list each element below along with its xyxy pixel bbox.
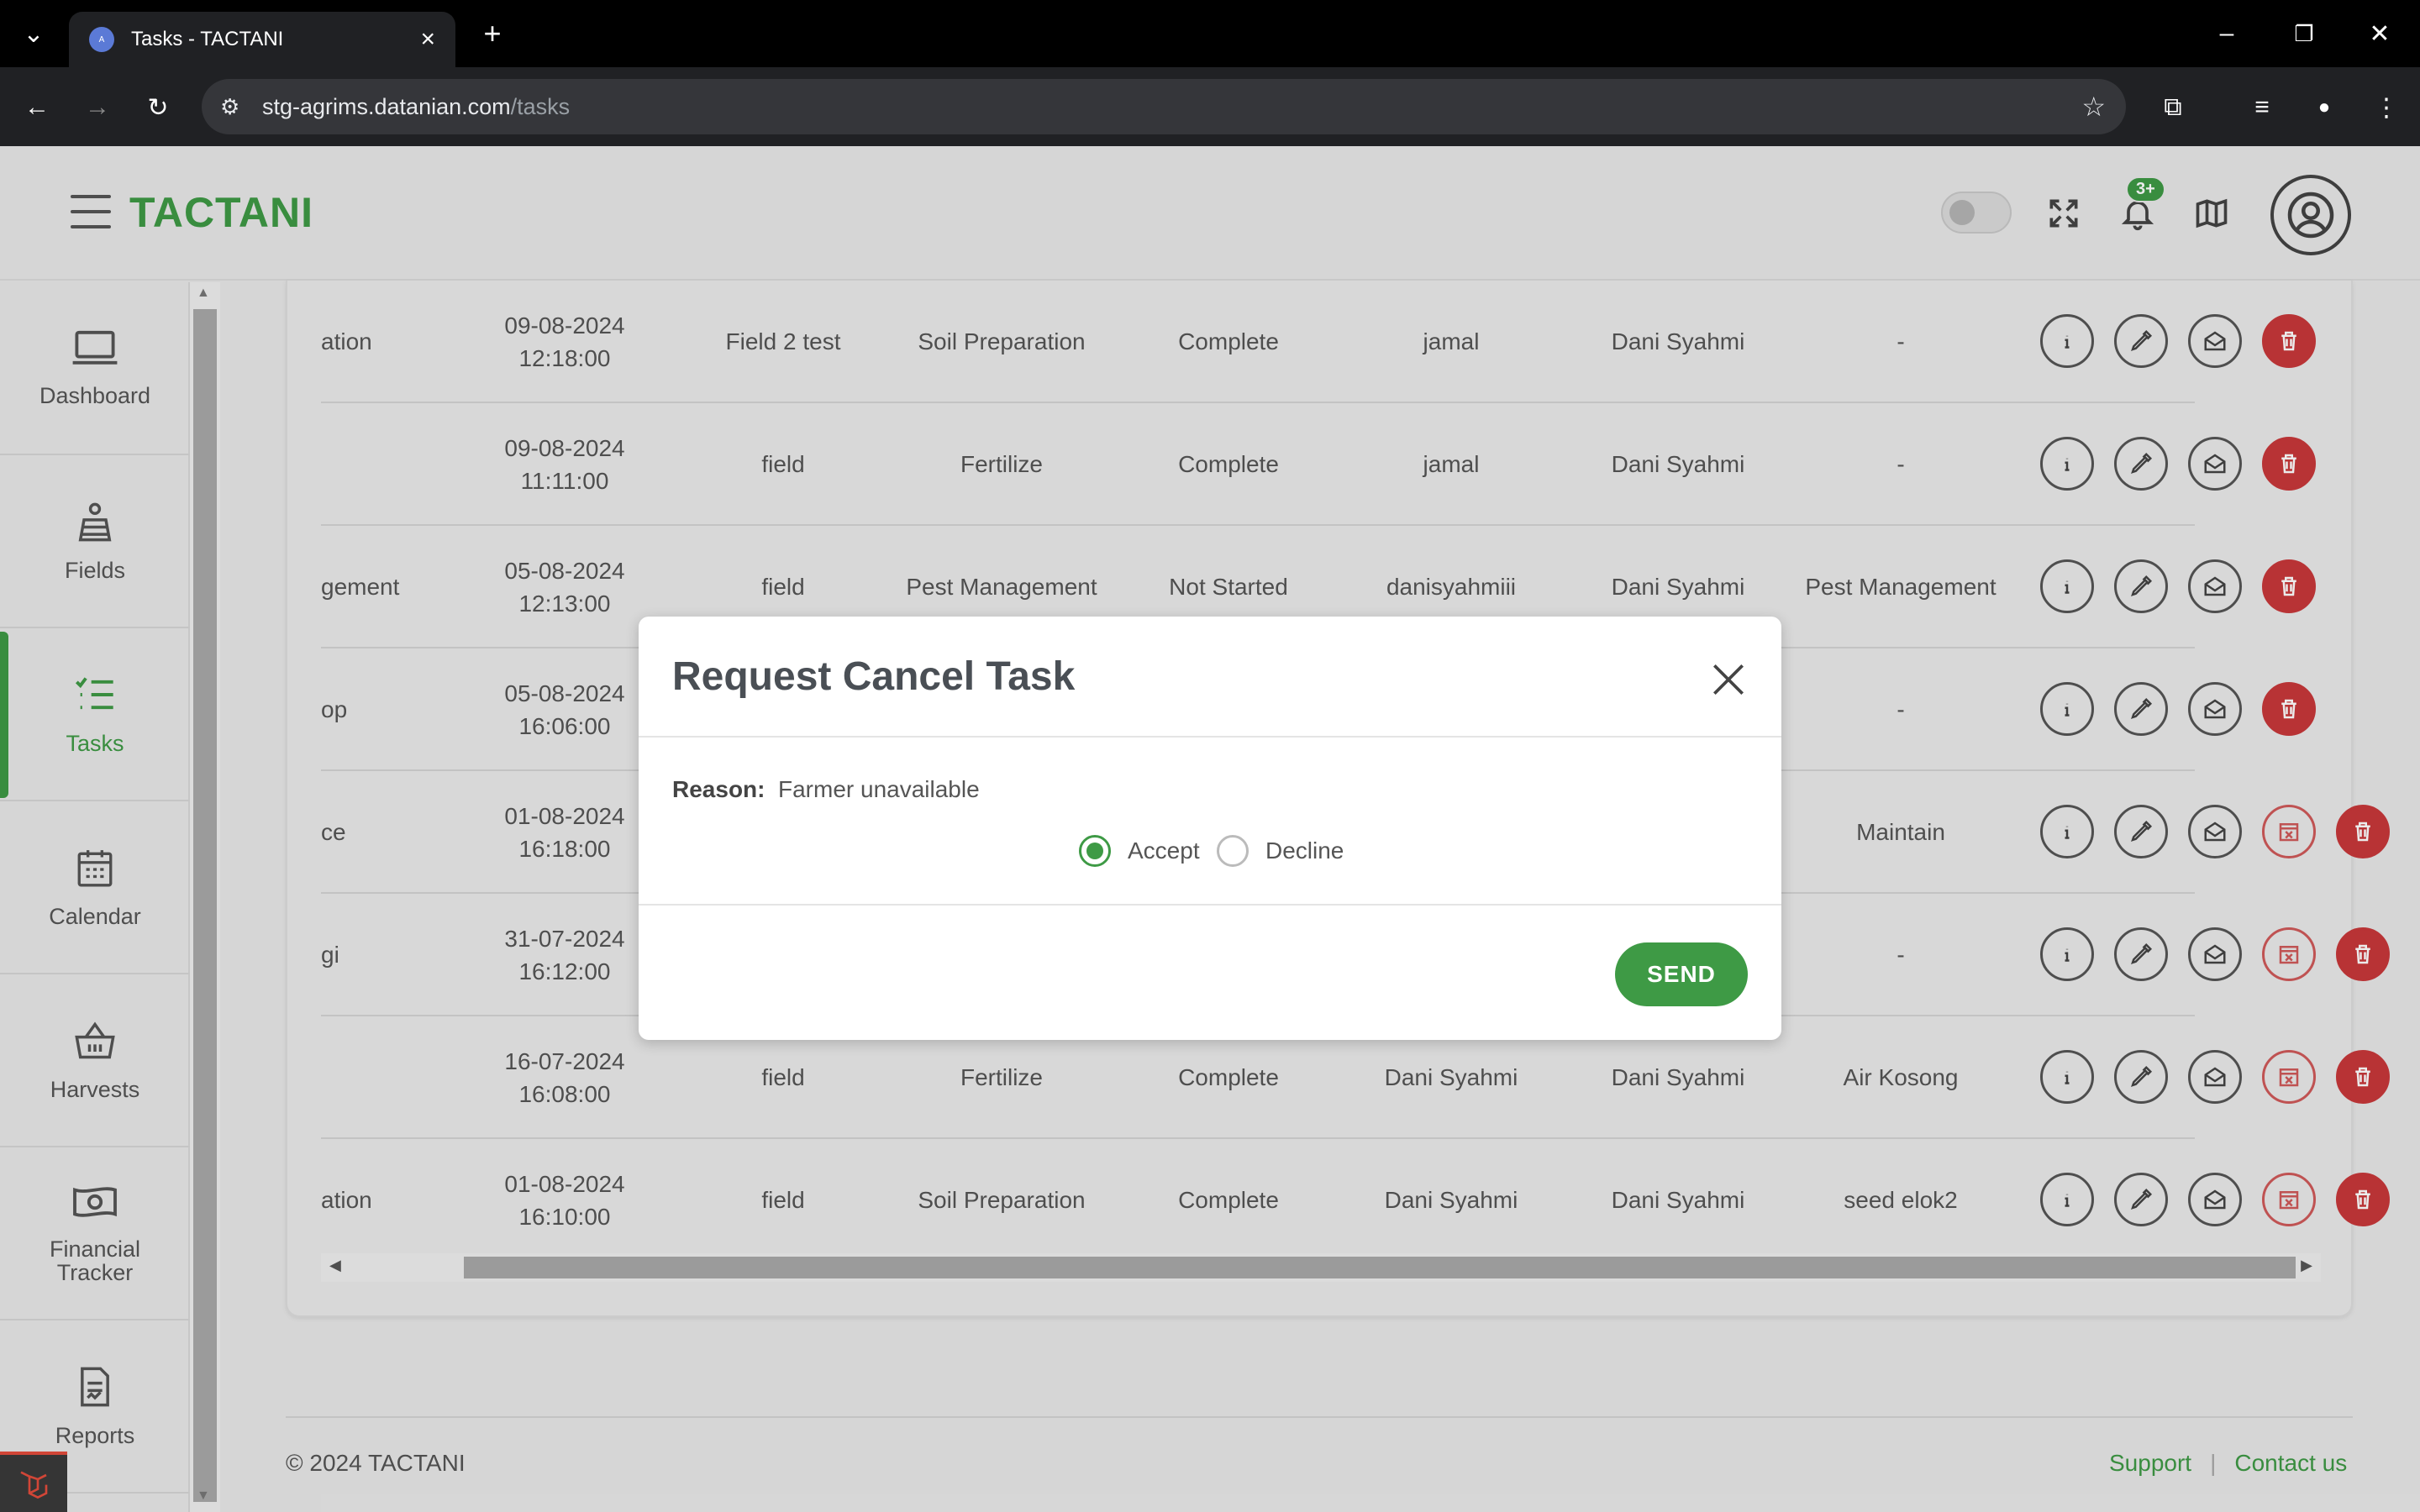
site-favicon-icon: A xyxy=(89,27,114,52)
url-host: stg-agrims.datanian.com xyxy=(262,93,511,119)
modal-body: Reason: Farmer unavailable Accept Declin… xyxy=(639,738,1781,906)
browser-toolbar: ← → ↻ ⚙ stg-agrims.datanian.com/tasks ☆ … xyxy=(0,67,2420,146)
browser-menu-icon[interactable]: ⋮ xyxy=(2368,89,2405,126)
browser-tabstrip: ⌄ A Tasks - TACTANI × + – ❐ ✕ xyxy=(0,0,2420,67)
media-controls-icon[interactable]: ≡ xyxy=(2244,89,2281,126)
accept-radio[interactable]: Accept xyxy=(1079,835,1200,867)
accept-radio-dot[interactable] xyxy=(1079,835,1111,867)
url-path: /tasks xyxy=(510,93,571,119)
bookmark-star-icon[interactable]: ☆ xyxy=(2081,91,2106,123)
tab-close-icon[interactable]: × xyxy=(420,25,435,54)
site-info-icon[interactable]: ⚙ xyxy=(220,94,239,120)
reason-value: Farmer unavailable xyxy=(778,776,980,802)
window-minimize-icon[interactable]: – xyxy=(2210,17,2244,50)
send-button[interactable]: SEND xyxy=(1615,942,1748,1006)
reason-label: Reason: xyxy=(672,776,765,802)
back-icon[interactable]: ← xyxy=(18,89,55,126)
modal-title: Request Cancel Task xyxy=(672,654,1076,699)
new-tab-icon[interactable]: + xyxy=(476,16,509,50)
address-bar[interactable]: ⚙ stg-agrims.datanian.com/tasks ☆ xyxy=(202,79,2126,134)
forward-icon[interactable]: → xyxy=(79,89,116,126)
reload-icon[interactable]: ↻ xyxy=(139,89,176,126)
request-cancel-modal: Request Cancel Task Reason: Farmer unava… xyxy=(639,617,1781,1040)
accept-radio-label: Accept xyxy=(1128,837,1200,864)
window-close-icon[interactable]: ✕ xyxy=(2363,17,2396,50)
browser-tab[interactable]: A Tasks - TACTANI × xyxy=(69,12,455,67)
tab-search-icon[interactable]: ⌄ xyxy=(18,18,49,49)
window-restore-icon[interactable]: ❐ xyxy=(2287,17,2321,50)
decline-radio[interactable]: Decline xyxy=(1217,835,1344,867)
profile-avatar-icon[interactable]: ● xyxy=(2306,89,2343,126)
decline-radio-label: Decline xyxy=(1265,837,1344,864)
extensions-icon[interactable]: ⧉ xyxy=(2154,89,2191,126)
tab-title: Tasks - TACTANI xyxy=(131,28,284,50)
decline-radio-dot[interactable] xyxy=(1217,835,1249,867)
close-icon[interactable] xyxy=(1707,659,1749,701)
modal-header: Request Cancel Task xyxy=(639,617,1781,738)
